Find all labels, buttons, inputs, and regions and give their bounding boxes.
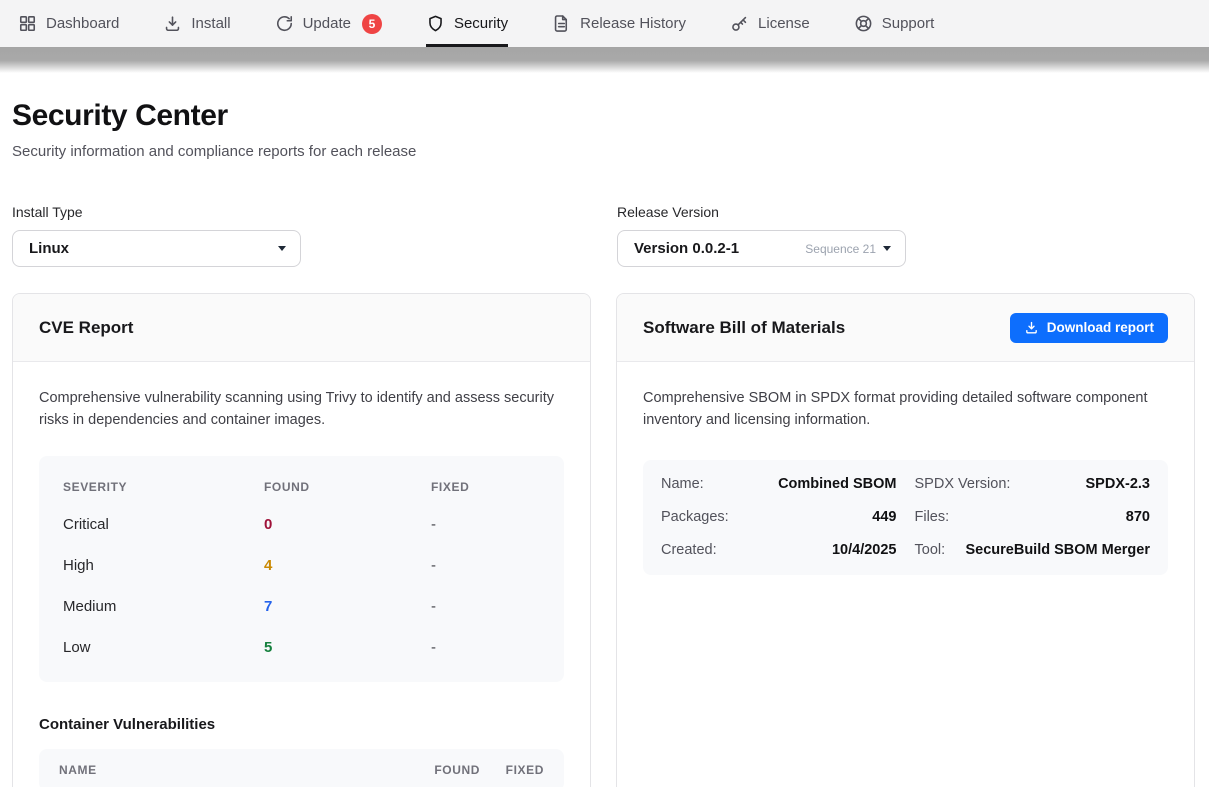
chevron-down-icon xyxy=(883,246,891,251)
nav-label: Install xyxy=(191,15,230,32)
sbom-card: Software Bill of Materials Download repo… xyxy=(616,293,1195,787)
field-label: Packages: xyxy=(661,509,729,525)
nav-label: Dashboard xyxy=(46,15,119,32)
dashboard-grid-icon xyxy=(18,14,37,33)
severity-label: Critical xyxy=(63,516,264,533)
field-value: 449 xyxy=(872,509,896,525)
field-label: Created: xyxy=(661,542,717,558)
nav-item-license[interactable]: License xyxy=(730,0,810,47)
severity-col-header: SEVERITY xyxy=(63,480,264,494)
document-icon xyxy=(552,14,571,33)
sbom-field-name: Name: Combined SBOM xyxy=(661,468,897,501)
severity-label: High xyxy=(63,557,264,574)
table-row: Critical 0 - xyxy=(63,504,540,545)
table-row: Medium 7 - xyxy=(63,586,540,627)
key-icon xyxy=(730,14,749,33)
field-value: 10/4/2025 xyxy=(832,542,897,558)
field-value: SPDX-2.3 xyxy=(1086,476,1150,492)
cve-report-card: CVE Report Comprehensive vulnerability s… xyxy=(12,293,591,787)
found-col-header: FOUND xyxy=(264,480,431,494)
field-label: Name: xyxy=(661,476,704,492)
page-subtitle: Security information and compliance repo… xyxy=(12,143,1195,160)
container-vulnerabilities-table-header: NAME FOUND FIXED xyxy=(39,749,564,787)
install-type-label: Install Type xyxy=(12,204,592,220)
install-type-select[interactable]: Linux xyxy=(12,230,301,267)
chevron-down-icon xyxy=(278,246,286,251)
install-type-filter: Install Type Linux xyxy=(12,204,592,267)
sbom-field-files: Files: 870 xyxy=(915,501,1151,534)
fixed-value: - xyxy=(431,639,540,656)
table-row: Low 5 - xyxy=(63,627,540,668)
main-content: Security Center Security information and… xyxy=(0,73,1209,787)
name-col-header: NAME xyxy=(59,763,388,777)
sbom-field-packages: Packages: 449 xyxy=(661,501,897,534)
release-version-filter: Release Version Version 0.0.2-1 Sequence… xyxy=(617,204,1195,267)
fixed-value: - xyxy=(431,557,540,574)
sequence-label: Sequence 21 xyxy=(805,242,876,256)
cve-card-body: Comprehensive vulnerability scanning usi… xyxy=(13,362,590,787)
severity-table: SEVERITY FOUND FIXED Critical 0 - High 4 xyxy=(39,456,564,682)
nav-separator-shadow xyxy=(0,47,1209,73)
field-label: Tool: xyxy=(915,542,946,558)
download-icon xyxy=(163,14,182,33)
download-icon xyxy=(1024,320,1039,335)
nav-item-dashboard[interactable]: Dashboard xyxy=(18,0,119,47)
security-center-page: Dashboard Install Update 5 Security xyxy=(0,0,1209,787)
cve-card-title: CVE Report xyxy=(39,318,133,338)
top-navbar: Dashboard Install Update 5 Security xyxy=(0,0,1209,47)
filters-row: Install Type Linux Release Version Versi… xyxy=(12,204,1195,267)
found-value: 4 xyxy=(264,557,431,574)
nav-item-update[interactable]: Update 5 xyxy=(275,0,382,47)
download-report-button[interactable]: Download report xyxy=(1010,313,1168,343)
sbom-card-title: Software Bill of Materials xyxy=(643,318,845,338)
found-value: 5 xyxy=(264,639,431,656)
report-cards: CVE Report Comprehensive vulnerability s… xyxy=(12,293,1195,787)
nav-label: Support xyxy=(882,15,935,32)
nav-item-support[interactable]: Support xyxy=(854,0,935,47)
sbom-field-tool: Tool: SecureBuild SBOM Merger xyxy=(915,534,1151,567)
shield-icon xyxy=(426,14,445,33)
release-version-select[interactable]: Version 0.0.2-1 Sequence 21 xyxy=(617,230,906,267)
field-value: SecureBuild SBOM Merger xyxy=(965,542,1150,558)
nav-item-release-history[interactable]: Release History xyxy=(552,0,686,47)
nav-label: Security xyxy=(454,15,508,32)
found-col-header: FOUND xyxy=(388,763,480,777)
sbom-metadata: Name: Combined SBOM SPDX Version: SPDX-2… xyxy=(643,460,1168,575)
sbom-field-spdx-version: SPDX Version: SPDX-2.3 xyxy=(915,468,1151,501)
fixed-value: - xyxy=(431,598,540,615)
container-vulnerabilities-title: Container Vulnerabilities xyxy=(39,716,564,733)
nav-label: License xyxy=(758,15,810,32)
fixed-col-header: FIXED xyxy=(431,480,540,494)
update-count-badge: 5 xyxy=(362,14,382,34)
field-value: 870 xyxy=(1126,509,1150,525)
severity-table-header: SEVERITY FOUND FIXED xyxy=(63,468,540,504)
page-title: Security Center xyxy=(12,99,1195,133)
fixed-col-header: FIXED xyxy=(480,763,544,777)
nav-label: Update xyxy=(303,15,351,32)
sbom-card-body: Comprehensive SBOM in SPDX format provid… xyxy=(617,362,1194,601)
table-row: High 4 - xyxy=(63,545,540,586)
severity-label: Medium xyxy=(63,598,264,615)
nav-item-security[interactable]: Security xyxy=(426,0,508,47)
release-version-label: Release Version xyxy=(617,204,1195,220)
sbom-description: Comprehensive SBOM in SPDX format provid… xyxy=(643,388,1168,432)
nav-label: Release History xyxy=(580,15,686,32)
sbom-card-header: Software Bill of Materials Download repo… xyxy=(617,294,1194,362)
field-value: Combined SBOM xyxy=(778,476,896,492)
sbom-field-created: Created: 10/4/2025 xyxy=(661,534,897,567)
field-label: SPDX Version: xyxy=(915,476,1011,492)
severity-label: Low xyxy=(63,639,264,656)
field-label: Files: xyxy=(915,509,950,525)
found-value: 7 xyxy=(264,598,431,615)
download-report-label: Download report xyxy=(1047,320,1154,335)
refresh-icon xyxy=(275,14,294,33)
nav-item-install[interactable]: Install xyxy=(163,0,230,47)
release-version-value: Version 0.0.2-1 xyxy=(634,240,739,257)
found-value: 0 xyxy=(264,516,431,533)
install-type-value: Linux xyxy=(29,240,69,257)
fixed-value: - xyxy=(431,516,540,533)
life-buoy-icon xyxy=(854,14,873,33)
cve-card-header: CVE Report xyxy=(13,294,590,362)
cve-description: Comprehensive vulnerability scanning usi… xyxy=(39,388,564,432)
